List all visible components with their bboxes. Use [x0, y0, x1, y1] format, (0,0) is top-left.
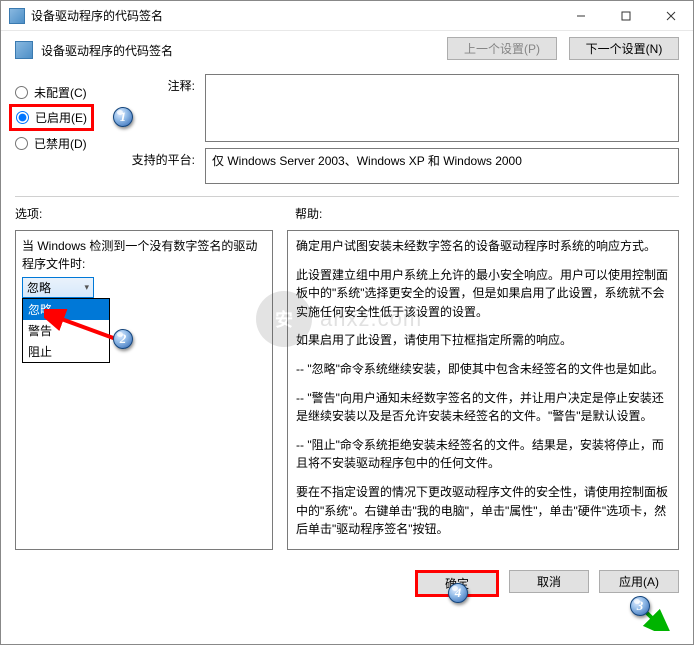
radio-disabled-label: 已禁用(D): [34, 135, 87, 152]
prev-setting-button[interactable]: 上一个设置(P): [447, 37, 557, 60]
platform-label: 支持的平台:: [129, 148, 195, 168]
maximize-button[interactable]: [603, 1, 648, 30]
options-panel: 当 Windows 检测到一个没有数字签名的驱动程序文件时: 忽略 ▾ 忽略 警…: [15, 230, 273, 550]
platform-value: 仅 Windows Server 2003、Windows XP 和 Windo…: [205, 148, 679, 184]
help-p2: 此设置建立组中用户系统上允许的最小安全响应。用户可以使用控制面板中的"系统"选择…: [296, 266, 670, 322]
comment-label: 注释:: [129, 74, 195, 94]
help-p4: -- "忽略"命令系统继续安装，即使其中包含未经签名的文件也是如此。: [296, 360, 670, 379]
radio-unconfigured-label: 未配置(C): [34, 84, 87, 101]
radio-enabled-input[interactable]: [16, 111, 29, 124]
minimize-button[interactable]: [558, 1, 603, 30]
divider: [15, 196, 679, 197]
radio-unconfigured[interactable]: 未配置(C): [15, 80, 115, 104]
next-setting-button[interactable]: 下一个设置(N): [569, 37, 679, 60]
help-p6: -- "阻止"命令系统拒绝安装未经签名的文件。结果是，安装将停止，而且将不安装驱…: [296, 436, 670, 473]
help-p7: 要在不指定设置的情况下更改驱动程序文件的安全性，请使用控制面板中的"系统"。右键…: [296, 483, 670, 539]
chevron-down-icon: ▾: [84, 282, 89, 293]
radio-unconfigured-input[interactable]: [15, 86, 28, 99]
radio-enabled-label: 已启用(E): [35, 109, 87, 126]
dropdown-option-block[interactable]: 阻止: [23, 341, 109, 362]
help-p5: -- "警告"向用户通知未经数字签名的文件，并让用户决定是停止安装还是继续安装以…: [296, 389, 670, 426]
dropdown-option-warn[interactable]: 警告: [23, 320, 109, 341]
help-p3: 如果启用了此设置，请使用下拉框指定所需的响应。: [296, 331, 670, 350]
radio-enabled[interactable]: 已启用(E): [16, 109, 87, 126]
close-button[interactable]: [648, 1, 693, 30]
dropdown-list: 忽略 警告 阻止: [22, 298, 110, 363]
response-dropdown[interactable]: 忽略 ▾ 忽略 警告 阻止: [22, 277, 94, 298]
cancel-button[interactable]: 取消: [509, 570, 589, 593]
radio-disabled-input[interactable]: [15, 137, 28, 150]
app-icon: [9, 8, 25, 24]
header-icon: [15, 41, 33, 59]
help-panel: 确定用户试图安装未经数字签名的设备驱动程序时系统的响应方式。 此设置建立组中用户…: [287, 230, 679, 550]
ok-button[interactable]: 确定: [415, 570, 499, 597]
options-instruction: 当 Windows 检测到一个没有数字签名的驱动程序文件时:: [22, 237, 266, 273]
radio-disabled[interactable]: 已禁用(D): [15, 131, 115, 155]
dropdown-selected: 忽略: [27, 279, 84, 296]
titlebar: 设备驱动程序的代码签名: [1, 1, 693, 31]
help-label: 帮助:: [295, 205, 322, 222]
help-p1: 确定用户试图安装未经数字签名的设备驱动程序时系统的响应方式。: [296, 237, 670, 256]
apply-button[interactable]: 应用(A): [599, 570, 679, 593]
window-title: 设备驱动程序的代码签名: [31, 7, 558, 24]
radio-group: 未配置(C) 已启用(E) 已禁用(D): [15, 74, 115, 184]
options-label: 选项:: [15, 205, 295, 222]
comment-input[interactable]: [205, 74, 679, 142]
dropdown-option-ignore[interactable]: 忽略: [23, 299, 109, 320]
button-row: 确定 取消 应用(A): [1, 560, 693, 609]
